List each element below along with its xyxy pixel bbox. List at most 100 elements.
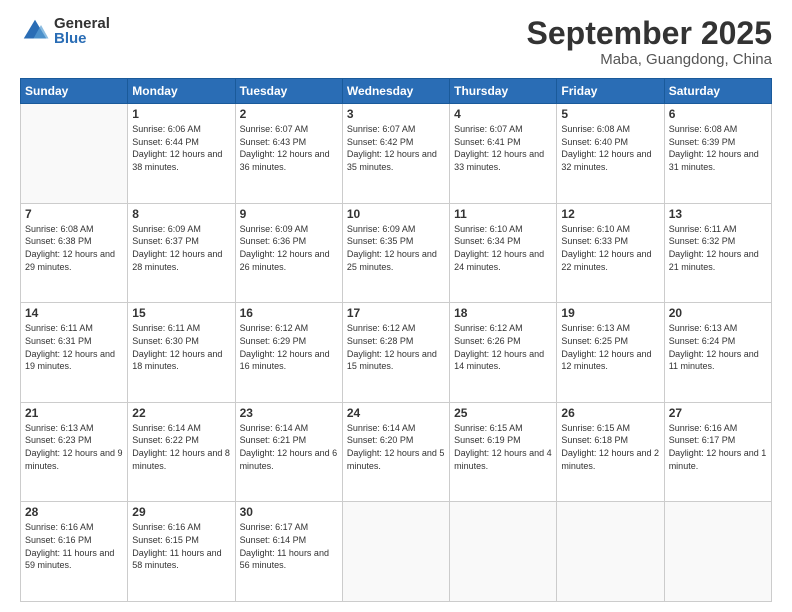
calendar-cell: 20Sunrise: 6:13 AM Sunset: 6:24 PM Dayli… — [664, 303, 771, 403]
day-number: 26 — [561, 406, 659, 420]
calendar-cell: 13 Sunrise: 6:11 AM Sunset: 6:32 PM Dayli… — [664, 203, 771, 303]
calendar-cell: 12 Sunrise: 6:10 AM Sunset: 6:33 PM Dayli… — [557, 203, 664, 303]
calendar-cell: 1 Sunrise: 6:06 AM Sunset: 6:44 PM Daylig… — [128, 104, 235, 204]
day-info: Sunrise: 6:08 AM Sunset: 6:40 PM Dayligh… — [561, 123, 659, 173]
calendar-cell: 29 Sunrise: 6:16 AM Sunset: 6:15 PM Dayli… — [128, 502, 235, 602]
day-info: Sunrise: 6:09 AM Sunset: 6:36 PM Dayligh… — [240, 223, 338, 273]
day-number: 19 — [561, 306, 659, 320]
calendar: SundayMondayTuesdayWednesdayThursdayFrid… — [20, 78, 772, 602]
day-info: Sunrise: 6:08 AM Sunset: 6:38 PM Dayligh… — [25, 223, 123, 273]
logo-icon — [20, 16, 50, 46]
calendar-cell: 14 Sunrise: 6:11 AM Sunset: 6:31 PM Dayli… — [21, 303, 128, 403]
day-number: 11 — [454, 207, 552, 221]
logo-text: General Blue — [54, 16, 110, 46]
day-info: Sunrise: 6:09 AM Sunset: 6:37 PM Dayligh… — [132, 223, 230, 273]
weekday-header-tuesday: Tuesday — [235, 79, 342, 104]
calendar-cell: 17 Sunrise: 6:12 AM Sunset: 6:28 PM Dayli… — [342, 303, 449, 403]
day-number: 13 — [669, 207, 767, 221]
day-number: 12 — [561, 207, 659, 221]
day-number: 9 — [240, 207, 338, 221]
day-info: Sunrise: 6:16 AM Sunset: 6:17 PM Dayligh… — [669, 422, 767, 472]
calendar-cell — [342, 502, 449, 602]
calendar-cell: 5Sunrise: 6:08 AM Sunset: 6:40 PM Daylig… — [557, 104, 664, 204]
calendar-cell: 18 Sunrise: 6:12 AM Sunset: 6:26 PM Dayli… — [450, 303, 557, 403]
calendar-cell: 15Sunrise: 6:11 AM Sunset: 6:30 PM Dayli… — [128, 303, 235, 403]
calendar-cell: 21Sunrise: 6:13 AM Sunset: 6:23 PM Dayli… — [21, 402, 128, 502]
day-info: Sunrise: 6:12 AM Sunset: 6:26 PM Dayligh… — [454, 322, 552, 372]
week-row-3: 14 Sunrise: 6:11 AM Sunset: 6:31 PM Dayli… — [21, 303, 772, 403]
day-number: 14 — [25, 306, 123, 320]
calendar-header: SundayMondayTuesdayWednesdayThursdayFrid… — [21, 79, 772, 104]
day-info: Sunrise: 6:11 AM Sunset: 6:32 PM Dayligh… — [669, 223, 767, 273]
calendar-cell: 19 Sunrise: 6:13 AM Sunset: 6:25 PM Dayli… — [557, 303, 664, 403]
calendar-cell: 4 Sunrise: 6:07 AM Sunset: 6:41 PM Daylig… — [450, 104, 557, 204]
header: General Blue September 2025 Maba, Guangd… — [20, 16, 772, 68]
day-info: Sunrise: 6:13 AM Sunset: 6:24 PM Dayligh… — [669, 322, 767, 372]
day-number: 17 — [347, 306, 445, 320]
day-number: 18 — [454, 306, 552, 320]
weekday-header-saturday: Saturday — [664, 79, 771, 104]
day-info: Sunrise: 6:10 AM Sunset: 6:33 PM Dayligh… — [561, 223, 659, 273]
week-row-2: 7 Sunrise: 6:08 AM Sunset: 6:38 PM Daylig… — [21, 203, 772, 303]
weekday-header-sunday: Sunday — [21, 79, 128, 104]
calendar-cell: 23Sunrise: 6:14 AM Sunset: 6:21 PM Dayli… — [235, 402, 342, 502]
calendar-cell: 24 Sunrise: 6:14 AM Sunset: 6:20 PM Dayli… — [342, 402, 449, 502]
calendar-cell — [450, 502, 557, 602]
day-info: Sunrise: 6:14 AM Sunset: 6:20 PM Dayligh… — [347, 422, 445, 472]
day-info: Sunrise: 6:07 AM Sunset: 6:41 PM Dayligh… — [454, 123, 552, 173]
day-number: 3 — [347, 107, 445, 121]
title-block: September 2025 Maba, Guangdong, China — [527, 16, 772, 68]
day-info: Sunrise: 6:09 AM Sunset: 6:35 PM Dayligh… — [347, 223, 445, 273]
weekday-header-thursday: Thursday — [450, 79, 557, 104]
calendar-cell: 9 Sunrise: 6:09 AM Sunset: 6:36 PM Daylig… — [235, 203, 342, 303]
week-row-1: 1 Sunrise: 6:06 AM Sunset: 6:44 PM Daylig… — [21, 104, 772, 204]
calendar-cell: 28 Sunrise: 6:16 AM Sunset: 6:16 PM Dayli… — [21, 502, 128, 602]
calendar-cell: 22Sunrise: 6:14 AM Sunset: 6:22 PM Dayli… — [128, 402, 235, 502]
day-number: 7 — [25, 207, 123, 221]
week-row-4: 21Sunrise: 6:13 AM Sunset: 6:23 PM Dayli… — [21, 402, 772, 502]
day-number: 8 — [132, 207, 230, 221]
day-info: Sunrise: 6:15 AM Sunset: 6:19 PM Dayligh… — [454, 422, 552, 472]
weekday-header-friday: Friday — [557, 79, 664, 104]
day-info: Sunrise: 6:11 AM Sunset: 6:31 PM Dayligh… — [25, 322, 123, 372]
calendar-cell: 2Sunrise: 6:07 AM Sunset: 6:43 PM Daylig… — [235, 104, 342, 204]
day-info: Sunrise: 6:14 AM Sunset: 6:21 PM Dayligh… — [240, 422, 338, 472]
day-info: Sunrise: 6:13 AM Sunset: 6:25 PM Dayligh… — [561, 322, 659, 372]
weekday-row: SundayMondayTuesdayWednesdayThursdayFrid… — [21, 79, 772, 104]
calendar-cell — [21, 104, 128, 204]
calendar-cell: 27 Sunrise: 6:16 AM Sunset: 6:17 PM Dayli… — [664, 402, 771, 502]
day-number: 4 — [454, 107, 552, 121]
weekday-header-monday: Monday — [128, 79, 235, 104]
logo-general: General — [54, 16, 110, 31]
day-number: 27 — [669, 406, 767, 420]
day-number: 29 — [132, 505, 230, 519]
calendar-cell: 26 Sunrise: 6:15 AM Sunset: 6:18 PM Dayli… — [557, 402, 664, 502]
day-number: 2 — [240, 107, 338, 121]
day-info: Sunrise: 6:12 AM Sunset: 6:29 PM Dayligh… — [240, 322, 338, 372]
day-info: Sunrise: 6:16 AM Sunset: 6:15 PM Dayligh… — [132, 521, 230, 571]
day-number: 22 — [132, 406, 230, 420]
day-number: 15 — [132, 306, 230, 320]
day-info: Sunrise: 6:15 AM Sunset: 6:18 PM Dayligh… — [561, 422, 659, 472]
day-number: 25 — [454, 406, 552, 420]
day-number: 30 — [240, 505, 338, 519]
calendar-body: 1 Sunrise: 6:06 AM Sunset: 6:44 PM Daylig… — [21, 104, 772, 602]
day-info: Sunrise: 6:12 AM Sunset: 6:28 PM Dayligh… — [347, 322, 445, 372]
calendar-cell — [557, 502, 664, 602]
day-number: 28 — [25, 505, 123, 519]
calendar-cell: 3 Sunrise: 6:07 AM Sunset: 6:42 PM Daylig… — [342, 104, 449, 204]
calendar-cell — [664, 502, 771, 602]
calendar-cell: 25 Sunrise: 6:15 AM Sunset: 6:19 PM Dayli… — [450, 402, 557, 502]
day-number: 16 — [240, 306, 338, 320]
calendar-cell: 10Sunrise: 6:09 AM Sunset: 6:35 PM Dayli… — [342, 203, 449, 303]
weekday-header-wednesday: Wednesday — [342, 79, 449, 104]
day-info: Sunrise: 6:16 AM Sunset: 6:16 PM Dayligh… — [25, 521, 123, 571]
day-info: Sunrise: 6:06 AM Sunset: 6:44 PM Dayligh… — [132, 123, 230, 173]
day-number: 1 — [132, 107, 230, 121]
day-info: Sunrise: 6:07 AM Sunset: 6:42 PM Dayligh… — [347, 123, 445, 173]
day-number: 24 — [347, 406, 445, 420]
week-row-5: 28 Sunrise: 6:16 AM Sunset: 6:16 PM Dayli… — [21, 502, 772, 602]
day-info: Sunrise: 6:10 AM Sunset: 6:34 PM Dayligh… — [454, 223, 552, 273]
location-subtitle: Maba, Guangdong, China — [527, 51, 772, 68]
logo-blue: Blue — [54, 31, 110, 46]
